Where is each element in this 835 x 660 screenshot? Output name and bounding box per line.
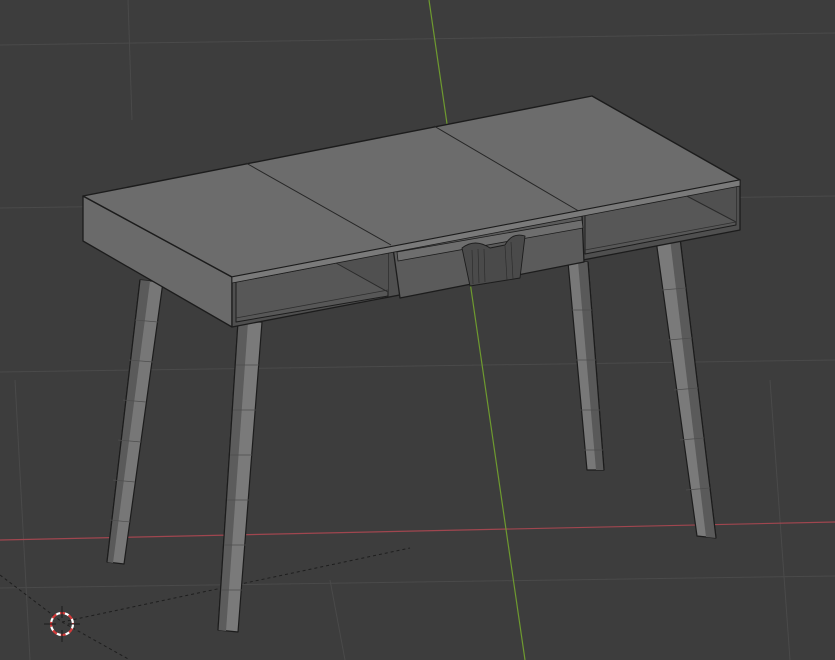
3d-viewport[interactable] xyxy=(0,0,835,660)
viewport-background xyxy=(0,0,835,660)
viewport-canvas[interactable] xyxy=(0,0,835,660)
